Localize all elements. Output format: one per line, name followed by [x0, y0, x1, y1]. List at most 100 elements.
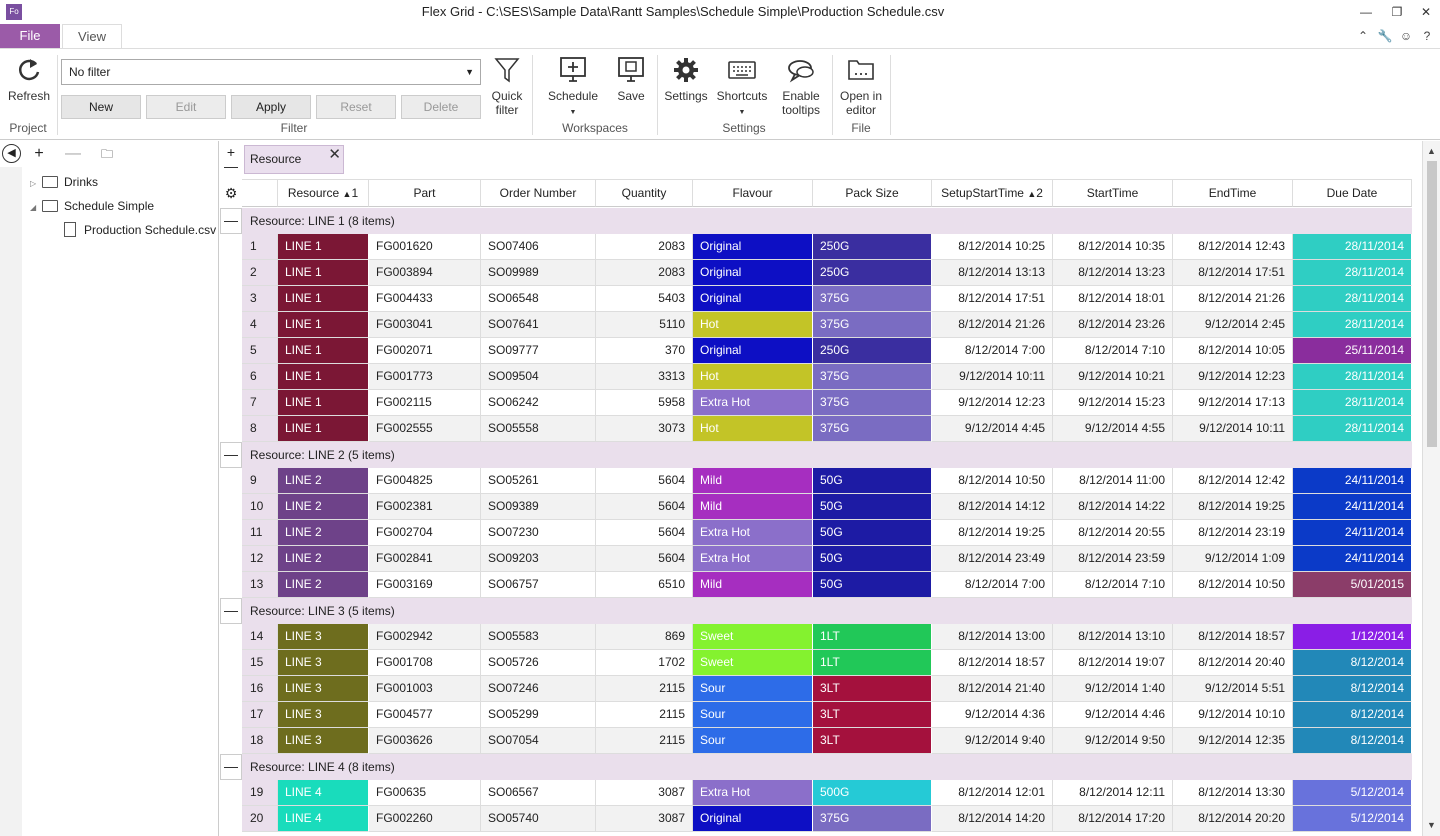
part-cell[interactable]: FG002555 — [369, 416, 481, 442]
collapse-panel-icon[interactable]: ◀ — [2, 144, 21, 163]
pack-size-cell[interactable]: 250G — [813, 234, 932, 260]
part-cell[interactable]: FG001003 — [369, 676, 481, 702]
pack-size-cell[interactable]: 375G — [813, 416, 932, 442]
part-cell[interactable]: FG002381 — [369, 494, 481, 520]
row-number[interactable]: 13 — [242, 572, 278, 598]
quantity-cell[interactable]: 1702 — [596, 650, 693, 676]
tree-item-schedule-simple[interactable]: ◢ Schedule Simple — [30, 196, 154, 216]
quantity-cell[interactable]: 5604 — [596, 520, 693, 546]
column-header-starttime[interactable]: StartTime — [1053, 179, 1173, 207]
quantity-cell[interactable]: 2115 — [596, 702, 693, 728]
due-date-cell[interactable]: 8/12/2014 — [1293, 676, 1412, 702]
start-time-cell[interactable]: 8/12/2014 11:00 — [1053, 468, 1173, 494]
resource-cell[interactable]: LINE 1 — [278, 312, 369, 338]
flavour-cell[interactable]: Extra Hot — [693, 520, 813, 546]
end-time-cell[interactable]: 8/12/2014 12:42 — [1173, 468, 1293, 494]
filter-select[interactable]: No filter ▼ — [61, 59, 481, 85]
open-in-editor-button[interactable]: Open in editor — [836, 55, 886, 117]
close-icon[interactable]: ✕ — [1412, 2, 1440, 22]
start-time-cell[interactable]: 9/12/2014 4:46 — [1053, 702, 1173, 728]
row-number[interactable]: 1 — [242, 234, 278, 260]
pack-size-cell[interactable]: 375G — [813, 286, 932, 312]
start-time-cell[interactable]: 8/12/2014 14:22 — [1053, 494, 1173, 520]
apply-filter-button[interactable]: Apply — [231, 95, 311, 119]
start-time-cell[interactable]: 8/12/2014 10:35 — [1053, 234, 1173, 260]
flavour-cell[interactable]: Original — [693, 234, 813, 260]
due-date-cell[interactable]: 25/11/2014 — [1293, 338, 1412, 364]
tab-file[interactable]: File — [0, 24, 60, 48]
flavour-cell[interactable]: Original — [693, 338, 813, 364]
shortcuts-button[interactable]: Shortcuts ▼ — [714, 55, 770, 120]
flavour-cell[interactable]: Original — [693, 260, 813, 286]
resource-cell[interactable]: LINE 3 — [278, 702, 369, 728]
pack-size-cell[interactable]: 375G — [813, 390, 932, 416]
order-number-cell[interactable]: SO05583 — [481, 624, 596, 650]
row-number[interactable]: 12 — [242, 546, 278, 572]
resource-cell[interactable]: LINE 1 — [278, 416, 369, 442]
part-cell[interactable]: FG003169 — [369, 572, 481, 598]
folder-icon[interactable]: 🗀 — [97, 144, 117, 164]
row-number[interactable]: 20 — [242, 806, 278, 832]
due-date-cell[interactable]: 28/11/2014 — [1293, 234, 1412, 260]
order-number-cell[interactable]: SO09389 — [481, 494, 596, 520]
add-icon[interactable]: + — [29, 144, 49, 164]
pack-size-cell[interactable]: 3LT — [813, 702, 932, 728]
setup-start-cell[interactable]: 8/12/2014 21:40 — [932, 676, 1053, 702]
quantity-cell[interactable]: 3313 — [596, 364, 693, 390]
row-number[interactable]: 5 — [242, 338, 278, 364]
help-icon[interactable]: ? — [1419, 28, 1435, 44]
part-cell[interactable]: FG004825 — [369, 468, 481, 494]
chevron-right-icon[interactable]: ▷ — [30, 174, 42, 194]
tab-view[interactable]: View — [62, 24, 122, 49]
pack-size-cell[interactable]: 375G — [813, 312, 932, 338]
order-number-cell[interactable]: SO06757 — [481, 572, 596, 598]
start-time-cell[interactable]: 9/12/2014 4:55 — [1053, 416, 1173, 442]
due-date-cell[interactable]: 24/11/2014 — [1293, 494, 1412, 520]
order-number-cell[interactable]: SO07230 — [481, 520, 596, 546]
pack-size-cell[interactable]: 50G — [813, 494, 932, 520]
end-time-cell[interactable]: 8/12/2014 20:20 — [1173, 806, 1293, 832]
resource-cell[interactable]: LINE 1 — [278, 260, 369, 286]
setup-start-cell[interactable]: 8/12/2014 14:20 — [932, 806, 1053, 832]
row-number[interactable]: 6 — [242, 364, 278, 390]
part-cell[interactable]: FG002841 — [369, 546, 481, 572]
flavour-cell[interactable]: Mild — [693, 494, 813, 520]
quantity-cell[interactable]: 3073 — [596, 416, 693, 442]
start-time-cell[interactable]: 9/12/2014 9:50 — [1053, 728, 1173, 754]
due-date-cell[interactable]: 28/11/2014 — [1293, 260, 1412, 286]
start-time-cell[interactable]: 9/12/2014 1:40 — [1053, 676, 1173, 702]
table-row[interactable]: 2 LINE 1 FG003894 SO09989 2083 Original 250G 8/… — [242, 260, 1412, 286]
chevron-down-icon[interactable]: ◢ — [30, 198, 42, 218]
pack-size-cell[interactable]: 250G — [813, 338, 932, 364]
scroll-up-icon[interactable]: ▲ — [1423, 143, 1440, 159]
table-row[interactable]: 15 LINE 3 FG001708 SO05726 1702 Sweet 1LT 8/12/… — [242, 650, 1412, 676]
quantity-cell[interactable]: 370 — [596, 338, 693, 364]
end-time-cell[interactable]: 9/12/2014 10:10 — [1173, 702, 1293, 728]
row-number[interactable]: 3 — [242, 286, 278, 312]
order-number-cell[interactable]: SO07246 — [481, 676, 596, 702]
row-number[interactable]: 9 — [242, 468, 278, 494]
part-cell[interactable]: FG001773 — [369, 364, 481, 390]
table-row[interactable]: 4 LINE 1 FG003041 SO07641 5110 Hot 375G 8/12/20… — [242, 312, 1412, 338]
group-header-row[interactable]: — Resource: LINE 1 (8 items) — [220, 208, 1412, 234]
pack-size-cell[interactable]: 3LT — [813, 728, 932, 754]
table-row[interactable]: 13 LINE 2 FG003169 SO06757 6510 Mild 50G 8/12/2… — [242, 572, 1412, 598]
resource-cell[interactable]: LINE 2 — [278, 494, 369, 520]
quantity-cell[interactable]: 5604 — [596, 468, 693, 494]
setup-start-cell[interactable]: 9/12/2014 9:40 — [932, 728, 1053, 754]
pack-size-cell[interactable]: 50G — [813, 546, 932, 572]
quantity-cell[interactable]: 5958 — [596, 390, 693, 416]
gear-icon[interactable]: ⚙ — [220, 179, 242, 207]
table-row[interactable]: 6 LINE 1 FG001773 SO09504 3313 Hot 375G 9/12/20… — [242, 364, 1412, 390]
resource-cell[interactable]: LINE 4 — [278, 806, 369, 832]
settings-button[interactable]: Settings — [662, 55, 710, 103]
end-time-cell[interactable]: 9/12/2014 2:45 — [1173, 312, 1293, 338]
flavour-cell[interactable]: Sour — [693, 702, 813, 728]
order-number-cell[interactable]: SO05740 — [481, 806, 596, 832]
end-time-cell[interactable]: 8/12/2014 10:50 — [1173, 572, 1293, 598]
resource-cell[interactable]: LINE 3 — [278, 676, 369, 702]
order-number-cell[interactable]: SO09203 — [481, 546, 596, 572]
table-row[interactable]: 1 LINE 1 FG001620 SO07406 2083 Original 250G 8/… — [242, 234, 1412, 260]
resource-cell[interactable]: LINE 1 — [278, 286, 369, 312]
pack-size-cell[interactable]: 500G — [813, 780, 932, 806]
